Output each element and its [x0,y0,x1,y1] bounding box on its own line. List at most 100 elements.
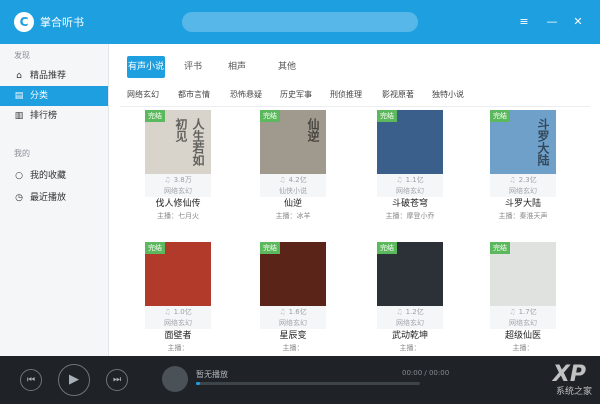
play-icon[interactable]: ▶ [58,364,90,396]
divider [120,106,590,107]
subcategory-item[interactable]: 独特小说 [432,89,464,100]
book-cover[interactable]: 完结 [377,110,443,174]
book-card[interactable]: 完结 ♫ 1.6亿 网络玄幻 星辰变 主播： [260,242,326,353]
headphone-icon: ♫ [509,176,516,184]
headphone-icon: ♫ [164,176,171,184]
sidebar-item-category[interactable]: ▤ 分类 [0,86,108,106]
book-genre: 网络玄幻 [145,186,211,197]
play-count: ♫ 1.1亿 [377,174,443,186]
main-content: 有声小说 评书 相声 其他 网络玄幻 都市言情 恐怖悬疑 历史军事 刑侦推理 影… [110,44,600,356]
status-badge: 完结 [145,110,165,122]
subcategory-item[interactable]: 刑侦推理 [330,89,362,100]
book-title[interactable]: 斗破苍穹 [377,197,443,211]
status-badge: 完结 [260,110,280,122]
book-title[interactable]: 伐人修仙传 [145,197,211,211]
book-cover[interactable]: 完结 [145,242,211,306]
cover-title: 斗罗大陆 [536,118,550,166]
tab-crosstalk[interactable]: 相声 [224,56,250,78]
book-title[interactable]: 武动乾坤 [377,329,443,343]
play-count: ♫ 4.2亿 [260,174,326,186]
book-card[interactable]: 完结 仙逆 ♫ 4.2亿 仙侠小说 仙逆 主播：冰羊 [260,110,326,221]
play-count-value: 1.2亿 [405,308,424,316]
book-host: 主播： [167,344,189,352]
player-bar: ⏮ ▶ ⏭ 暂无播放 00:00 / 00:00 XP 系统之家 [0,356,600,404]
headphone-icon: ♫ [279,176,286,184]
subcategory-item[interactable]: 影视原著 [382,89,414,100]
headphone-icon: ♫ [509,308,516,316]
book-title[interactable]: 超级仙医 [490,329,556,343]
book-cover[interactable]: 完结 [490,242,556,306]
tab-other[interactable]: 其他 [274,56,300,78]
playback-time: 00:00 / 00:00 [402,369,450,377]
minimize-icon[interactable]: — [544,14,560,30]
headphone-icon: ♫ [396,308,403,316]
book-card[interactable]: 完结 ♫ 1.0亿 网络玄幻 面壁者 主播： [145,242,211,353]
title-bar: C 掌合听书 ≡ — ✕ [0,0,600,44]
tab-audiobook[interactable]: 有声小说 [127,56,165,78]
book-host: 主播： [282,344,304,352]
sidebar-item-label: 精品推荐 [30,71,67,81]
book-card[interactable]: 完结 ♫ 1.2亿 网络玄幻 武动乾坤 主播： [377,242,443,353]
next-icon[interactable]: ⏭ [106,369,128,391]
book-host: 主播：秦淮天声 [498,212,548,220]
book-title[interactable]: 星辰变 [260,329,326,343]
book-title[interactable]: 面壁者 [145,329,211,343]
category-icon: ▤ [14,91,24,101]
headphone-icon: ♫ [164,308,171,316]
status-badge: 完结 [490,242,510,254]
progress-bar[interactable] [196,382,420,385]
close-icon[interactable]: ✕ [570,14,586,30]
book-host: 主播： [512,344,534,352]
ranking-icon: ▥ [14,111,24,121]
now-playing-cover [162,366,188,392]
play-count: ♫ 1.7亿 [490,306,556,318]
book-title[interactable]: 斗罗大陆 [490,197,556,211]
subcategory-item[interactable]: 都市言情 [178,89,210,100]
book-genre: 网络玄幻 [490,186,556,197]
book-title[interactable]: 仙逆 [260,197,326,211]
sidebar-item-ranking[interactable]: ▥ 排行榜 [0,106,108,126]
status-badge: 完结 [490,110,510,122]
book-cover[interactable]: 完结 人生若如初见 [145,110,211,174]
book-cover[interactable]: 完结 斗罗大陆 [490,110,556,174]
book-host: 主播： [399,344,421,352]
book-card[interactable]: 完结 ♫ 1.1亿 网络玄幻 斗破苍穹 主播：摩登小乔 [377,110,443,221]
book-cover[interactable]: 完结 仙逆 [260,110,326,174]
tab-pingshu[interactable]: 评书 [180,56,206,78]
play-count: ♫ 1.0亿 [145,306,211,318]
subcategory-item[interactable]: 网络玄幻 [127,89,159,100]
book-host: 主播：冰羊 [275,212,311,220]
book-genre: 网络玄幻 [260,318,326,329]
sidebar-item-label: 我的收藏 [30,171,67,181]
play-count-value: 1.1亿 [405,176,424,184]
sidebar-item-label: 最近播放 [30,193,67,203]
book-cover[interactable]: 完结 [377,242,443,306]
now-playing-title: 暂无播放 [196,370,228,379]
book-genre: 网络玄幻 [145,318,211,329]
subcategory-item[interactable]: 历史军事 [280,89,312,100]
sidebar-item-recent[interactable]: ◷ 最近播放 [0,188,108,208]
book-card[interactable]: 完结 ♫ 1.7亿 网络玄幻 超级仙医 主播： [490,242,556,353]
home-icon: ⌂ [16,71,22,81]
progress-fill [196,382,201,385]
sidebar-item-label: 分类 [30,91,49,101]
status-badge: 完结 [377,242,397,254]
sidebar-item-favorites[interactable]: ○ 我的收藏 [0,166,108,186]
book-cover[interactable]: 完结 [260,242,326,306]
book-genre: 网络玄幻 [490,318,556,329]
menu-icon[interactable]: ≡ [516,14,532,30]
sidebar: 发现 ⌂ 精品推荐 ▤ 分类 ▥ 排行榜 我的 ○ 我的收藏 ◷ 最近播放 [0,44,109,356]
search-input[interactable] [182,12,418,32]
previous-icon[interactable]: ⏮ [20,369,42,391]
book-card[interactable]: 完结 斗罗大陆 ♫ 2.3亿 网络玄幻 斗罗大陆 主播：秦淮天声 [490,110,556,221]
play-count-value: 3.8万 [173,176,192,184]
cover-title: 仙逆 [306,118,320,142]
subcategory-item[interactable]: 恐怖悬疑 [230,89,262,100]
headphone-icon: ♫ [396,176,403,184]
sidebar-item-recommend[interactable]: ⌂ 精品推荐 [0,66,108,86]
sidebar-section-mine: 我的 [14,149,30,158]
play-count: ♫ 1.6亿 [260,306,326,318]
book-genre: 网络玄幻 [377,186,443,197]
play-count: ♫ 3.8万 [145,174,211,186]
book-card[interactable]: 完结 人生若如初见 ♫ 3.8万 网络玄幻 伐人修仙传 主播：七月火 [145,110,211,221]
